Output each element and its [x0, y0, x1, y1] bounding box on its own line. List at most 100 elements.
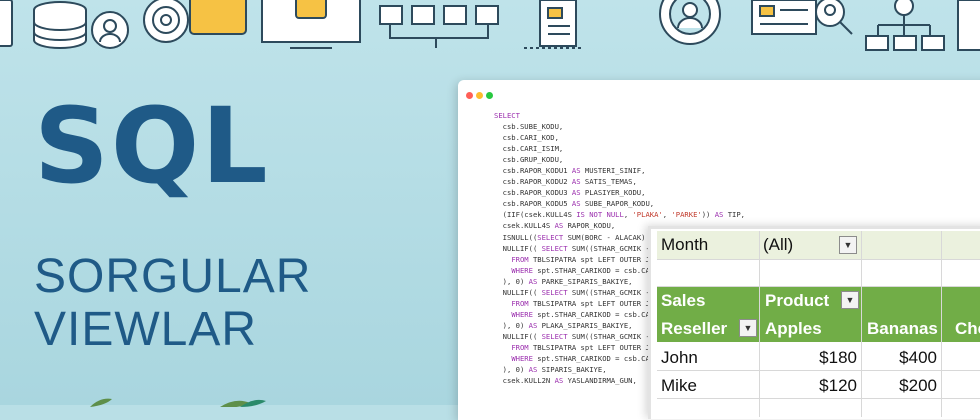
- monitor-upload-icon: [261, 0, 361, 49]
- filter-label-month: Month: [661, 235, 709, 254]
- code-token: AS: [571, 188, 581, 198]
- code-token: AS: [528, 276, 538, 286]
- title-sql: SQL: [34, 85, 270, 207]
- column-header-cherries: Che: [955, 319, 980, 338]
- minimize-dot[interactable]: [476, 92, 483, 99]
- code-token: SIPARIS_BAKIYE,: [537, 365, 607, 375]
- code-line: csb.SUBE_KODU,: [494, 121, 745, 132]
- code-token: SUM((STHAR_GCMIK -: [567, 243, 650, 253]
- code-token: csb.SUBE_KODU,: [494, 122, 564, 132]
- col-header-product: Product: [765, 291, 830, 310]
- code-token: SELECT: [494, 111, 520, 120]
- code-token: csek.KULL4S: [494, 221, 555, 231]
- grid-line: [657, 286, 980, 287]
- grid-line: [657, 259, 980, 260]
- code-token: SELECT: [541, 287, 568, 297]
- code-token: ), 0): [494, 276, 529, 286]
- grid-line: [657, 370, 980, 371]
- code-token: ), 0): [494, 365, 529, 375]
- reseller-filter-dropdown-button[interactable]: ▼: [739, 319, 757, 337]
- cell-bananas: $200: [899, 376, 937, 395]
- code-line: SELECT: [494, 110, 745, 121]
- row-header-sales: Sales: [661, 291, 706, 310]
- code-token: AS: [528, 365, 538, 375]
- column-header-bananas: Bananas: [867, 319, 938, 338]
- code-token: csb.CARI_ISIM,: [494, 144, 564, 154]
- search-document-icon: [751, 0, 853, 35]
- folder-icon: [189, 0, 247, 35]
- code-token: SUBE_RAPOR_KODU,: [580, 199, 655, 209]
- code-token: NULLIF((: [494, 243, 542, 253]
- code-line: csb.RAPOR_KODU2 AS SATIS_TEMAS,: [494, 176, 745, 187]
- icon-strip: [0, 0, 980, 51]
- code-token: csb.CARI_KOD,: [494, 133, 559, 143]
- column-header-apples: Apples: [765, 319, 822, 338]
- code-line: csb.RAPOR_KODU3 AS PLASIYER_KODU,: [494, 187, 745, 198]
- code-token: YASLANDIRMA_GUN,: [563, 376, 637, 386]
- code-token: FROM: [511, 254, 529, 264]
- code-line: csb.RAPOR_KODU1 AS MUSTERI_SINIF,: [494, 165, 745, 176]
- code-token: SUM((STHAR_GCMIK -: [567, 331, 650, 341]
- cell-apples: $120: [819, 376, 857, 395]
- code-token: WHERE: [511, 309, 533, 319]
- close-dot[interactable]: [466, 92, 473, 99]
- product-filter-dropdown-button[interactable]: ▼: [841, 291, 859, 309]
- leaf-decoration-icon: [90, 398, 266, 407]
- code-token: WHERE: [511, 265, 533, 275]
- org-chart-icon: [865, 0, 980, 51]
- code-line: csb.RAPOR_KODU5 AS SUBE_RAPOR_KODU,: [494, 198, 745, 209]
- code-token: 'PARKE': [671, 210, 702, 220]
- code-token: )): [701, 210, 715, 220]
- pivot-table: Sales Product Reseller Apples Bananas Ch…: [648, 226, 980, 419]
- code-token: spt.STHAR_CARIKOD = csb.CA: [532, 265, 650, 275]
- code-token: spt.STHAR_CARIKOD = csb.CA: [532, 309, 650, 319]
- code-line: csb.CARI_KOD,: [494, 132, 745, 143]
- code-token: IS NOT NULL: [576, 210, 624, 220]
- code-token: SUM((STHAR_GCMIK -: [567, 287, 650, 297]
- code-token: ), 0): [494, 320, 529, 330]
- code-token: SUM(BORC - ALACAK): [563, 232, 646, 242]
- code-token: TBLSIPATRA spt LEFT OUTER J: [528, 254, 650, 264]
- cell-bananas: $400: [899, 348, 937, 367]
- filter-value: (All): [763, 235, 794, 254]
- row-header-reseller: Reseller: [661, 319, 728, 338]
- subtitle-line-2: VIEWLAR: [34, 303, 258, 356]
- code-token: csb.RAPOR_KODU2: [494, 177, 572, 187]
- code-token: AS: [571, 177, 581, 187]
- code-token: csb.RAPOR_KODU5: [494, 199, 572, 209]
- code-line: csb.GRUP_KODU,: [494, 154, 745, 165]
- code-token: AS: [571, 166, 581, 176]
- code-token: AS: [528, 320, 538, 330]
- code-token: csb.RAPOR_KODU1: [494, 166, 572, 176]
- month-filter-dropdown-button[interactable]: ▼: [839, 236, 857, 254]
- code-token: AS: [571, 199, 581, 209]
- code-token: (IIF(csek.KULL4S: [494, 210, 577, 220]
- code-token: PLAKA_SIPARIS_BAKIYE,: [537, 320, 633, 330]
- code-line: csb.CARI_ISIM,: [494, 143, 745, 154]
- workflow-icon: [379, 5, 499, 48]
- gear-icon: [143, 0, 189, 43]
- code-token: FROM: [511, 342, 529, 352]
- code-token: WHERE: [511, 354, 533, 364]
- code-token: spt.STHAR_CARIKOD = csb.CA: [532, 354, 650, 364]
- code-token: NULLIF((: [494, 331, 542, 341]
- code-token: SELECT: [541, 243, 568, 253]
- code-token: SATIS_TEMAS,: [580, 177, 637, 187]
- document-icon: [0, 0, 13, 47]
- code-line: (IIF(csek.KULL4S IS NOT NULL, 'PLAKA', '…: [494, 209, 745, 220]
- subtitle-line-1: SORGULAR: [34, 250, 312, 303]
- code-token: csb.RAPOR_KODU3: [494, 188, 572, 198]
- maximize-dot[interactable]: [486, 92, 493, 99]
- code-token: 'PLAKA': [632, 210, 663, 220]
- code-token: MUSTERI_SINIF,: [580, 166, 646, 176]
- code-token: NULLIF((: [494, 287, 542, 297]
- window-controls: [466, 86, 496, 104]
- row-label: Mike: [661, 376, 697, 395]
- row-label: John: [661, 348, 698, 367]
